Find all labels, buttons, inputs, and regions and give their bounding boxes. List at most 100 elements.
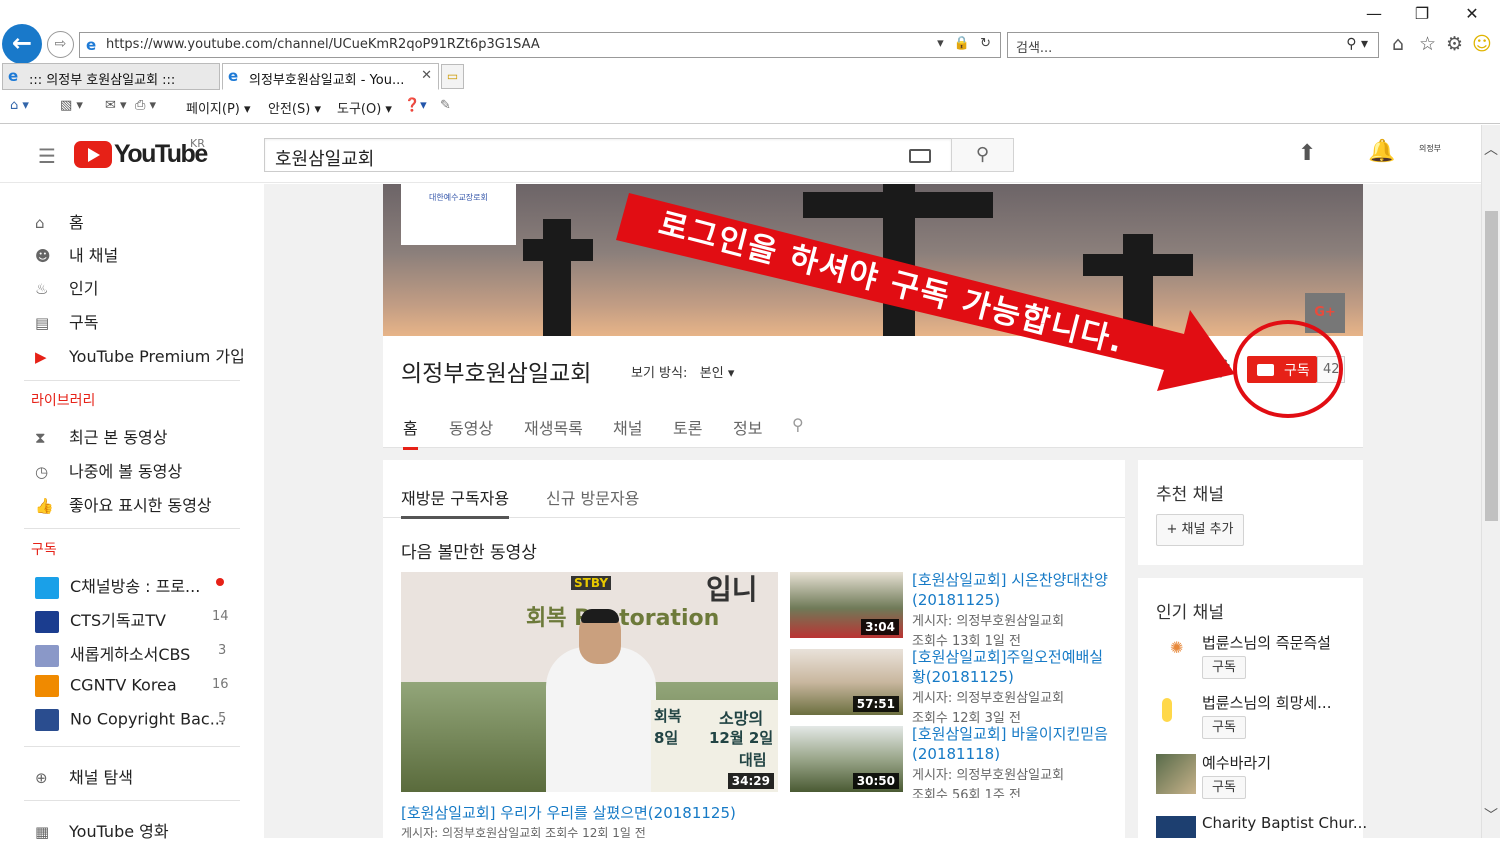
search-icon[interactable]: ⚲ <box>792 415 804 434</box>
popular-channel-item[interactable]: 법륜스님의 희망세... 구독 <box>1156 694 1356 750</box>
channel-avatar[interactable]: ✺ <box>1156 634 1196 674</box>
channel-name[interactable]: 예수바라기 <box>1202 752 1271 773</box>
back-button[interactable]: ← <box>2 24 42 64</box>
video-thumbnail[interactable]: 3:04 <box>790 572 903 638</box>
mail-icon[interactable]: ✉ ▾ <box>105 98 127 113</box>
card-title: 추천 채널 <box>1156 485 1224 505</box>
home-icon[interactable]: ⌂ ▾ <box>10 98 29 113</box>
subscription-item[interactable]: CTS기독교TV <box>35 607 166 633</box>
tab-videos[interactable]: 동영상 <box>449 415 493 439</box>
gear-icon[interactable]: ⚙ <box>1446 33 1463 55</box>
page-menu[interactable]: 페이지(P) ▾ <box>186 98 251 117</box>
subscriber-count: 42 <box>1317 356 1345 383</box>
video-title[interactable]: [호원삼일교회] 시온찬양대찬양(20181125) <box>912 570 1112 610</box>
channel-icon <box>35 576 59 599</box>
upload-icon[interactable]: ⬆ <box>1298 141 1316 166</box>
popular-channel-item[interactable]: Charity Baptist Chur... <box>1156 814 1367 838</box>
tab-about[interactable]: 정보 <box>733 415 762 439</box>
channel-name[interactable]: Charity Baptist Chur... <box>1202 814 1367 832</box>
video-item[interactable]: 3:04 [호원삼일교회] 시온찬양대찬양(20181125) 게시자: 의정부… <box>790 570 1120 649</box>
video-title[interactable]: [호원삼일교회] 바울이지킨믿음(20181118) <box>912 724 1112 764</box>
popular-channels-card: 인기 채널 ✺ 법륜스님의 즉문즉설 구독 법륜스님의 희망세... 구독 예수… <box>1138 578 1367 838</box>
guide-item-trending[interactable]: ♨ 인기 <box>35 275 98 299</box>
subscription-item[interactable]: 새롭게하소서CBS <box>35 641 190 667</box>
scroll-thumb[interactable] <box>1485 211 1498 521</box>
channel-avatar[interactable] <box>1156 754 1196 794</box>
forward-button[interactable]: ⇨ <box>47 31 74 58</box>
channel-name[interactable]: 법륜스님의 즉문즉설 <box>1202 632 1331 653</box>
close-window-icon[interactable]: ✕ <box>1457 4 1487 23</box>
guide-item-liked[interactable]: 👍 좋아요 표시한 동영상 <box>35 492 212 516</box>
popular-channel-item[interactable]: 예수바라기 구독 <box>1156 754 1356 810</box>
guide-item-browse-channels[interactable]: ⊕ 채널 탐색 <box>35 764 133 788</box>
safety-menu[interactable]: 안전(S) ▾ <box>268 98 321 117</box>
scroll-up-icon[interactable]: ︿ <box>1484 139 1498 159</box>
keyboard-icon[interactable] <box>909 149 931 163</box>
new-tab-button[interactable]: ▭ <box>441 64 464 89</box>
featured-video-thumbnail[interactable]: 회복 Restoration STBY 입니 회복 8일 소망의 12월 2일 … <box>401 572 778 792</box>
guide-item-premium[interactable]: ▶ YouTube Premium 가입 <box>35 343 245 367</box>
restore-icon[interactable]: ❐ <box>1407 4 1437 23</box>
search-button[interactable]: ⚲ <box>951 138 1014 172</box>
bell-icon[interactable]: 🔔 <box>1368 139 1395 164</box>
subscription-item[interactable]: C채널방송 : 프로... <box>35 573 200 599</box>
subscription-item[interactable]: No Copyright Bac... <box>35 709 225 731</box>
tab-church-site[interactable]: e ::: 의정부 호원삼일교회 ::: <box>2 63 220 90</box>
video-item[interactable]: 30:50 [호원삼일교회] 바울이지킨믿음(20181118) 게시자: 의정… <box>790 724 1120 798</box>
star-icon[interactable]: ☆ <box>1419 33 1436 55</box>
subscribe-button[interactable]: 구독 <box>1247 356 1317 383</box>
tab-new-visitors[interactable]: 신규 방문자용 <box>546 485 639 509</box>
popular-channel-item[interactable]: ✺ 법륜스님의 즉문즉설 구독 <box>1156 634 1356 690</box>
subscribe-button[interactable]: 구독 <box>1202 656 1246 679</box>
guide-item-movies[interactable]: ▦ YouTube 영화 <box>35 818 169 842</box>
subscribe-button[interactable]: 구독 <box>1202 776 1246 799</box>
close-tab-icon[interactable]: ✕ <box>421 68 432 83</box>
tab-youtube[interactable]: e 의정부호원삼일교회 - You... ✕ <box>222 63 439 90</box>
browser-search-input[interactable]: 검색... ⚲ ▾ <box>1007 32 1379 58</box>
tools-menu[interactable]: 도구(O) ▾ <box>337 98 392 117</box>
minimize-icon[interactable]: — <box>1359 4 1389 23</box>
video-thumbnail[interactable]: 57:51 <box>790 649 903 715</box>
subscriptions-heading[interactable]: 구독 <box>31 539 57 559</box>
video-title[interactable]: [호원삼일교회]주일오전예배실황(20181125) <box>912 647 1112 687</box>
guide-item-my-channel[interactable]: ☻ 내 채널 <box>35 242 118 266</box>
video-thumbnail[interactable]: 30:50 <box>790 726 903 792</box>
search-icon[interactable]: ⚲ ▾ <box>1346 36 1368 52</box>
subscription-item[interactable]: CGNTV Korea <box>35 675 177 697</box>
guide-item-watch-later[interactable]: ◷ 나중에 볼 동영상 <box>35 458 182 482</box>
address-bar[interactable]: e https://www.youtube.com/channel/UCueKm… <box>79 32 1001 58</box>
channel-avatar[interactable] <box>1156 816 1196 838</box>
vertical-scrollbar[interactable]: ︿ ﹀ <box>1481 125 1500 838</box>
tab-returning-subscribers[interactable]: 재방문 구독자용 <box>401 485 510 519</box>
video-item[interactable]: 57:51 [호원삼일교회]주일오전예배실황(20181125) 게시자: 의정… <box>790 647 1120 726</box>
tab-playlists[interactable]: 재생목록 <box>524 415 583 439</box>
youtube-logo[interactable]: YouTube KR <box>74 137 208 170</box>
channel-avatar[interactable] <box>1156 694 1196 734</box>
help-icon[interactable]: ❓▾ <box>404 98 427 113</box>
add-channel-button[interactable]: + 채널 추가 <box>1156 514 1244 546</box>
smiley-icon[interactable]: ☺ <box>1472 33 1492 55</box>
tab-channels[interactable]: 채널 <box>613 415 642 439</box>
home-icon[interactable]: ⌂ <box>1392 33 1404 55</box>
tab-home[interactable]: 홈 <box>403 415 418 450</box>
hourglass-icon: ⧗ <box>35 429 46 447</box>
library-heading[interactable]: 라이브러리 <box>31 390 95 410</box>
research-icon[interactable]: ✎ <box>440 98 451 113</box>
search-input[interactable]: 호원삼일교회 <box>264 138 952 172</box>
avatar[interactable]: 의정부 <box>1415 143 1445 165</box>
featured-video-title[interactable]: [호원삼일교회] 우리가 우리를 살폈으면(20181125) <box>401 802 736 823</box>
guide-item-home[interactable]: ⌂ 홈 <box>35 209 84 233</box>
channel-name[interactable]: 법륜스님의 희망세... <box>1202 692 1331 713</box>
address-tools-icon[interactable]: ▾ 🔒 ↻ <box>937 36 994 51</box>
tab-discussion[interactable]: 토론 <box>673 415 702 439</box>
subscribe-button[interactable]: 구독 <box>1202 716 1246 739</box>
guide-item-subscriptions[interactable]: ▤ 구독 <box>35 309 98 333</box>
menu-icon[interactable]: ☰ <box>38 144 56 168</box>
guide-item-history[interactable]: ⧗ 최근 본 동영상 <box>35 424 168 448</box>
feeds-icon[interactable]: ▧ ▾ <box>60 98 83 113</box>
google-plus-link[interactable]: G+ <box>1305 293 1345 333</box>
view-as-selector[interactable]: 보기 방식: 본인 ▾ <box>631 362 734 381</box>
channel-settings-icon[interactable]: ⚙ <box>1209 354 1232 384</box>
print-icon[interactable]: ⎙ ▾ <box>135 98 156 113</box>
scroll-down-icon[interactable]: ﹀ <box>1484 805 1498 825</box>
